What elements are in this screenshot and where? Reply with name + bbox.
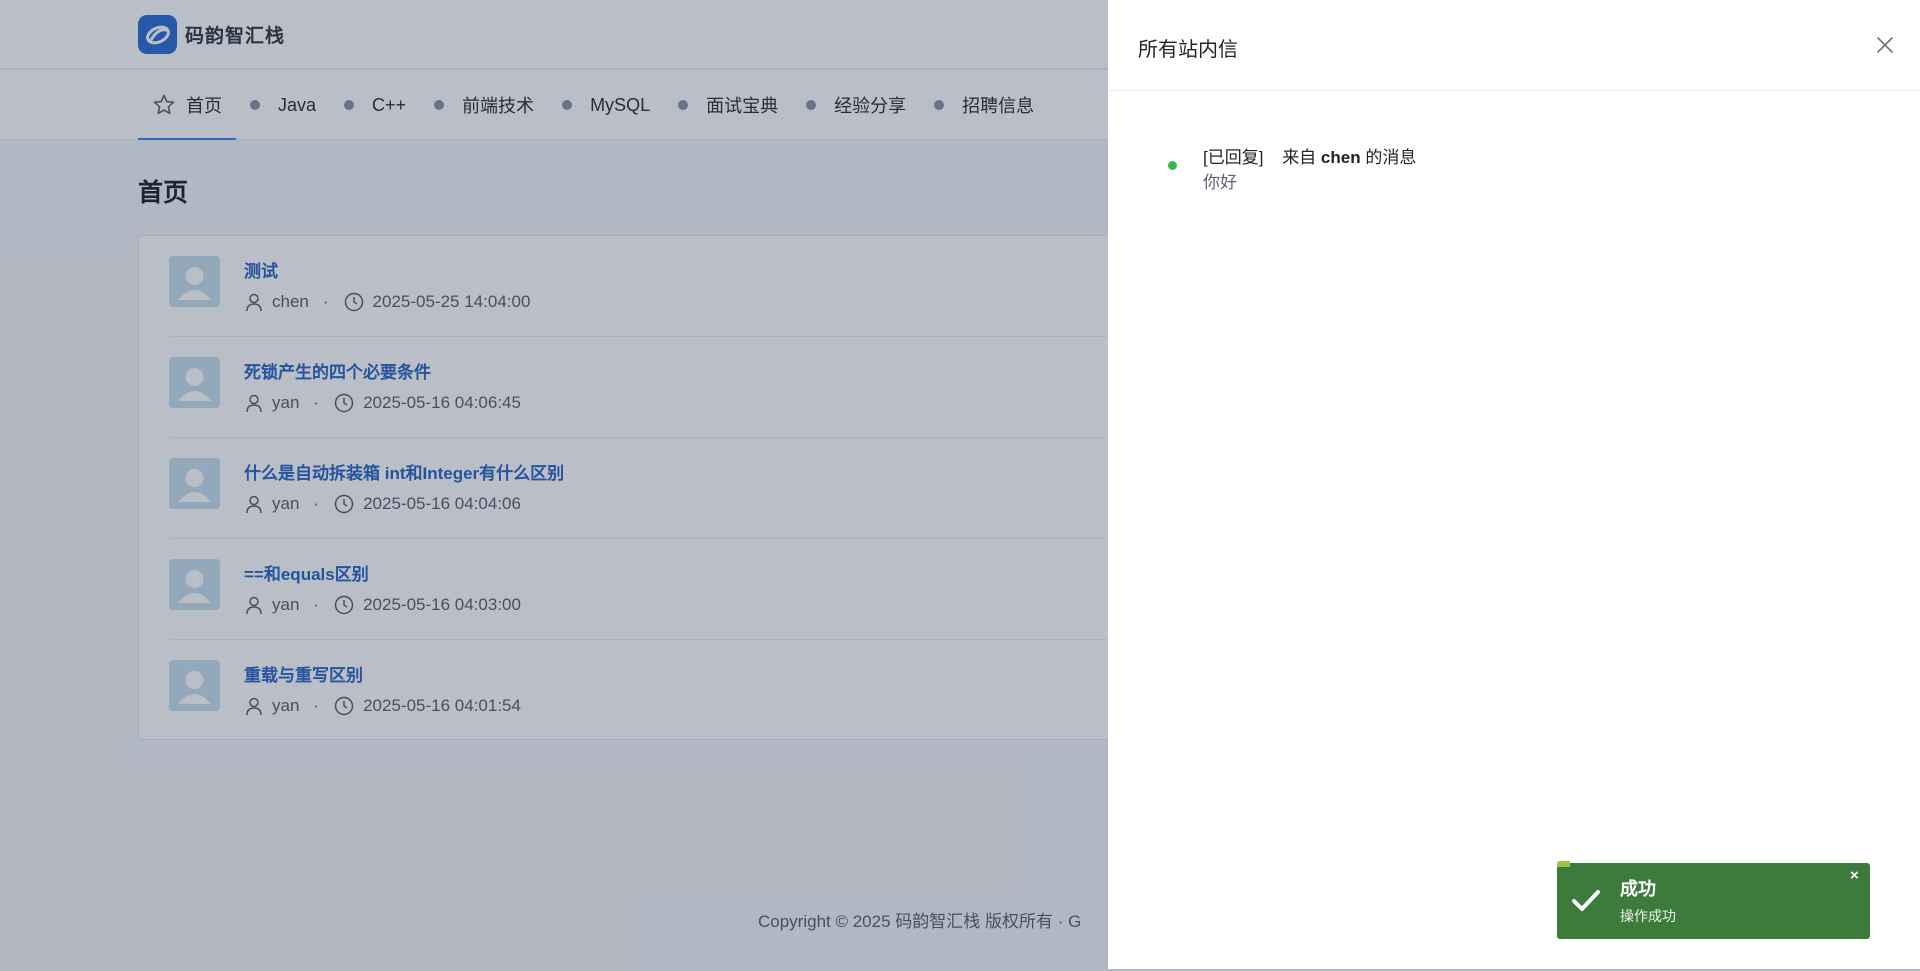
- message-status: [已回复]: [1203, 148, 1264, 167]
- message-from-user: chen: [1320, 148, 1361, 167]
- toast-progress-bar: [1557, 861, 1870, 867]
- toast-message: 操作成功: [1620, 908, 1676, 924]
- drawer-header: 所有站内信: [1108, 0, 1920, 91]
- message-from: 来自 chen 的消息: [1282, 148, 1416, 167]
- checkmark-icon: [1569, 883, 1603, 922]
- toast-title: 成功: [1620, 879, 1656, 899]
- messages-drawer: 所有站内信 [已回复] 来自 chen 的消息 你好: [1108, 0, 1920, 969]
- message-header: [已回复] 来自 chen 的消息: [1203, 143, 1416, 168]
- message-from-prefix: 来自: [1282, 148, 1317, 167]
- message-content: 你好: [1203, 173, 1237, 192]
- close-icon[interactable]: [1872, 32, 1898, 58]
- success-toast: 成功 操作成功 ×: [1557, 861, 1870, 939]
- drawer-title: 所有站内信: [1138, 39, 1238, 61]
- message-from-suffix: 的消息: [1365, 148, 1417, 167]
- toast-progress-fill: [1557, 861, 1570, 867]
- toast-close-button[interactable]: ×: [1850, 867, 1859, 884]
- status-dot-icon: [1168, 161, 1177, 170]
